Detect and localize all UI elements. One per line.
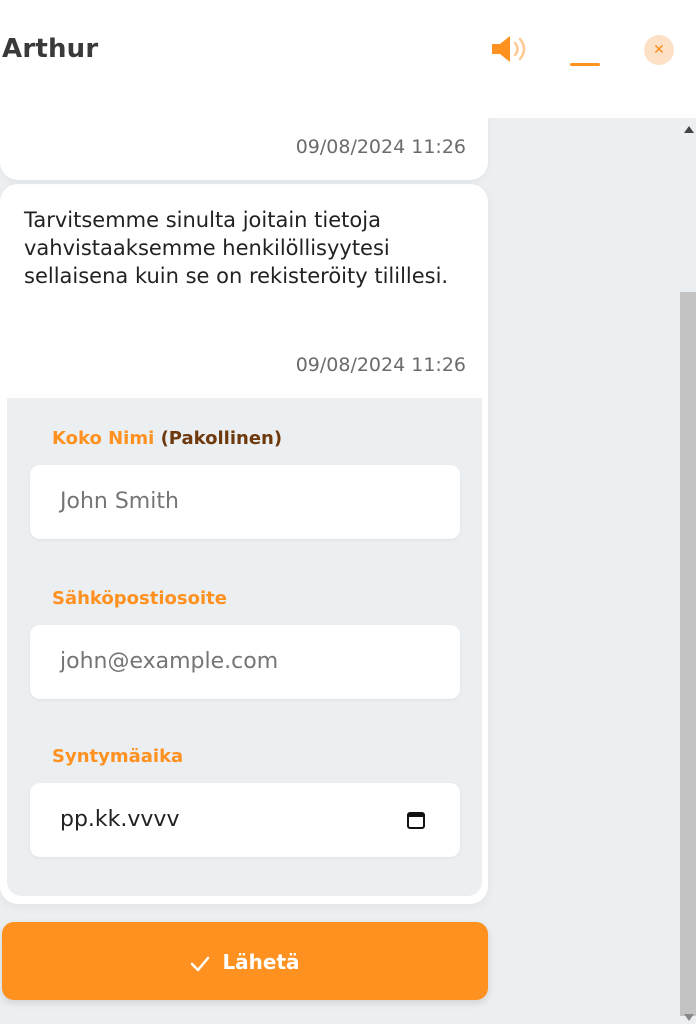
submit-label: Lähetä [222,950,300,974]
name-field-label: Koko Nimi (Pakollinen) [52,428,283,449]
scroll-up-arrow[interactable] [684,126,694,133]
close-icon[interactable]: ✕ [644,35,674,65]
email-input[interactable]: john@example.com [30,625,460,699]
message-text: Tarvitsemme sinulta joitain tietoja vahv… [24,208,449,288]
full-name-placeholder: John Smith [60,489,179,514]
calendar-icon[interactable] [406,810,426,830]
agent-name: Arthur [2,34,99,64]
minimize-icon[interactable] [570,44,602,68]
message-bubble: 09/08/2024 11:26 [0,108,488,180]
date-placeholder: pp.kk.vvvv [60,807,180,832]
chat-header: Arthur ✕ [0,0,696,118]
email-field-label: Sähköpostiosoite [52,588,227,609]
required-marker: (Pakollinen) [160,428,283,449]
speaker-icon[interactable] [490,34,534,64]
message-timestamp: 09/08/2024 11:26 [295,136,466,158]
date-of-birth-input[interactable]: pp.kk.vvvv [30,783,460,857]
email-placeholder: john@example.com [60,649,279,674]
message-bubble: Tarvitsemme sinulta joitain tietoja vahv… [0,184,488,904]
message-timestamp: 09/08/2024 11:26 [295,354,466,376]
scroll-down-arrow[interactable] [684,1014,694,1021]
dob-field-label: Syntymäaika [52,746,184,767]
scrollbar-thumb[interactable] [680,292,696,1016]
check-icon [191,956,210,972]
full-name-input[interactable]: John Smith [30,465,460,539]
submit-button[interactable]: Lähetä [2,922,488,1000]
identity-form: Koko Nimi (Pakollinen) John Smith Sähköp… [7,398,482,896]
